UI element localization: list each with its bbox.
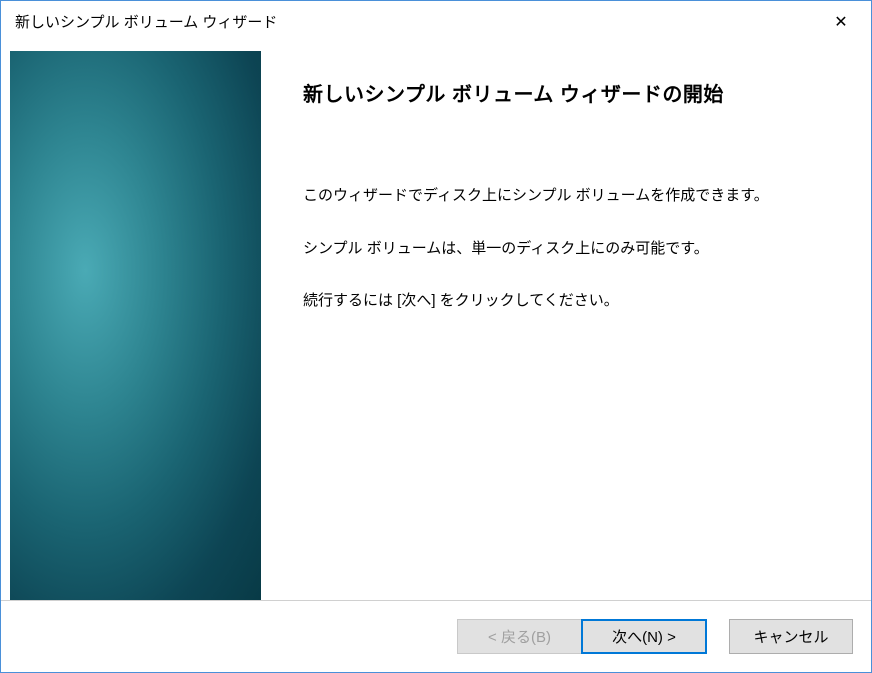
wizard-side-graphic — [10, 51, 261, 600]
window-title: 新しいシンプル ボリューム ウィザード — [15, 11, 277, 32]
titlebar: 新しいシンプル ボリューム ウィザード ✕ — [1, 1, 871, 42]
wizard-heading: 新しいシンプル ボリューム ウィザードの開始 — [303, 78, 831, 107]
close-button[interactable]: ✕ — [811, 1, 871, 42]
cancel-button[interactable]: キャンセル — [729, 619, 853, 654]
cancel-wrap: キャンセル — [729, 619, 853, 654]
wizard-text-3: 続行するには [次へ] をクリックしてください。 — [303, 290, 831, 313]
main-panel: 新しいシンプル ボリューム ウィザードの開始 このウィザードでディスク上にシンプ… — [261, 42, 871, 600]
close-icon: ✕ — [834, 12, 847, 32]
wizard-text-2: シンプル ボリュームは、単一のディスク上にのみ可能です。 — [303, 238, 831, 261]
next-button[interactable]: 次へ(N) > — [581, 619, 707, 654]
wizard-text-1: このウィザードでディスク上にシンプル ボリュームを作成できます。 — [303, 185, 831, 208]
wizard-footer: < 戻る(B) 次へ(N) > キャンセル — [1, 600, 871, 672]
content-area: 新しいシンプル ボリューム ウィザードの開始 このウィザードでディスク上にシンプ… — [1, 42, 871, 600]
back-button: < 戻る(B) — [457, 619, 581, 654]
wizard-window: 新しいシンプル ボリューム ウィザード ✕ 新しいシンプル ボリューム ウィザー… — [0, 0, 872, 673]
nav-button-group: < 戻る(B) 次へ(N) > — [457, 619, 707, 654]
